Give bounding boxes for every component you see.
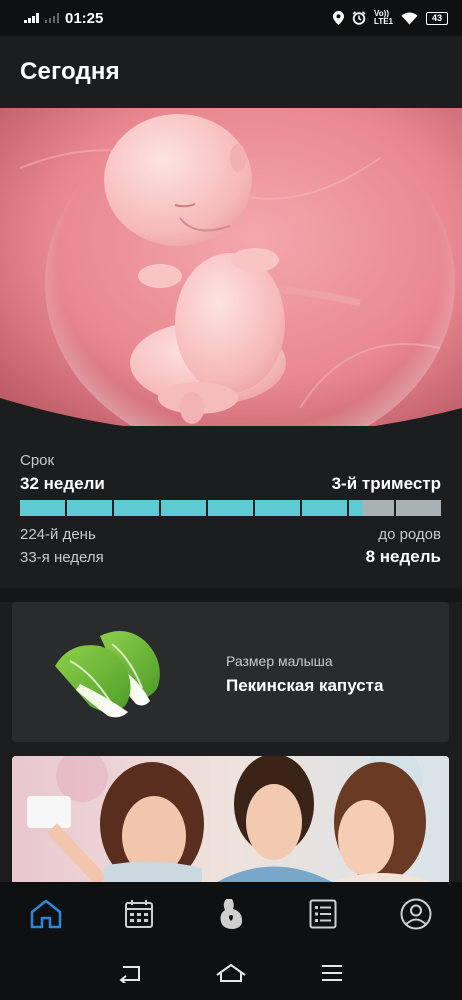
progress-segment	[255, 500, 300, 516]
checklist-icon	[309, 899, 337, 929]
day-value: 224-й день	[20, 526, 96, 543]
header: Сегодня	[0, 36, 462, 108]
calendar-icon	[124, 900, 153, 928]
chinese-cabbage-icon	[55, 631, 160, 718]
home-outline-icon	[216, 963, 246, 982]
progress-segment	[161, 500, 206, 516]
weeks-value: 32 недели	[20, 474, 105, 493]
location-icon	[333, 11, 345, 25]
tab-calendar[interactable]	[117, 892, 161, 936]
until-birth-value: 8 недель	[365, 547, 441, 566]
pregnancy-progress: Срок 32 недели 3-й триместр 224-й день 3…	[0, 438, 462, 588]
system-navigation-bar	[0, 946, 462, 1000]
progress-segment	[114, 500, 159, 516]
progress-bar	[20, 500, 441, 516]
progress-segment	[349, 500, 394, 516]
term-label: Срок	[20, 452, 55, 469]
tab-profile[interactable]	[394, 892, 438, 936]
alarm-icon	[352, 11, 366, 25]
progress-segment	[208, 500, 253, 516]
until-birth-label: до родов	[378, 526, 441, 543]
home-button[interactable]	[211, 956, 251, 990]
volte-indicator: Vo)) LTE1	[374, 9, 393, 26]
menu-button[interactable]	[312, 956, 352, 990]
tab-pregnancy[interactable]	[209, 892, 253, 936]
baby-size-value: Пекинская капуста	[226, 676, 384, 695]
article-photo-card[interactable]	[12, 756, 449, 882]
back-icon	[119, 966, 141, 983]
battery-icon: 43	[426, 11, 448, 25]
menu-icon	[321, 965, 342, 981]
progress-segment	[302, 500, 347, 516]
tab-home[interactable]	[24, 892, 68, 936]
back-button[interactable]	[110, 956, 150, 990]
wifi-icon	[401, 12, 418, 24]
status-bar: 01:25 Vo)) LTE1 43	[0, 0, 462, 36]
signal-strength-secondary-icon	[44, 13, 59, 23]
signal-strength-icon	[24, 13, 39, 23]
fetus-illustration	[0, 108, 462, 438]
baby-size-label: Размер малыша	[226, 653, 333, 669]
pregnant-belly-icon	[220, 899, 243, 929]
bottom-tab-bar	[0, 882, 462, 946]
progress-segment	[20, 500, 65, 516]
baby-size-card[interactable]: Размер малыша Пекинская капуста	[12, 602, 449, 742]
home-icon	[30, 899, 62, 929]
page-title: Сегодня	[20, 58, 120, 85]
clock: 01:25	[65, 9, 104, 27]
tab-checklist[interactable]	[301, 892, 345, 936]
progress-segment	[396, 500, 441, 516]
progress-segment	[67, 500, 112, 516]
profile-icon	[400, 898, 432, 930]
current-week-value: 33-я неделя	[20, 549, 104, 566]
trimester-value: 3-й триместр	[331, 474, 441, 493]
section-divider	[0, 588, 462, 602]
